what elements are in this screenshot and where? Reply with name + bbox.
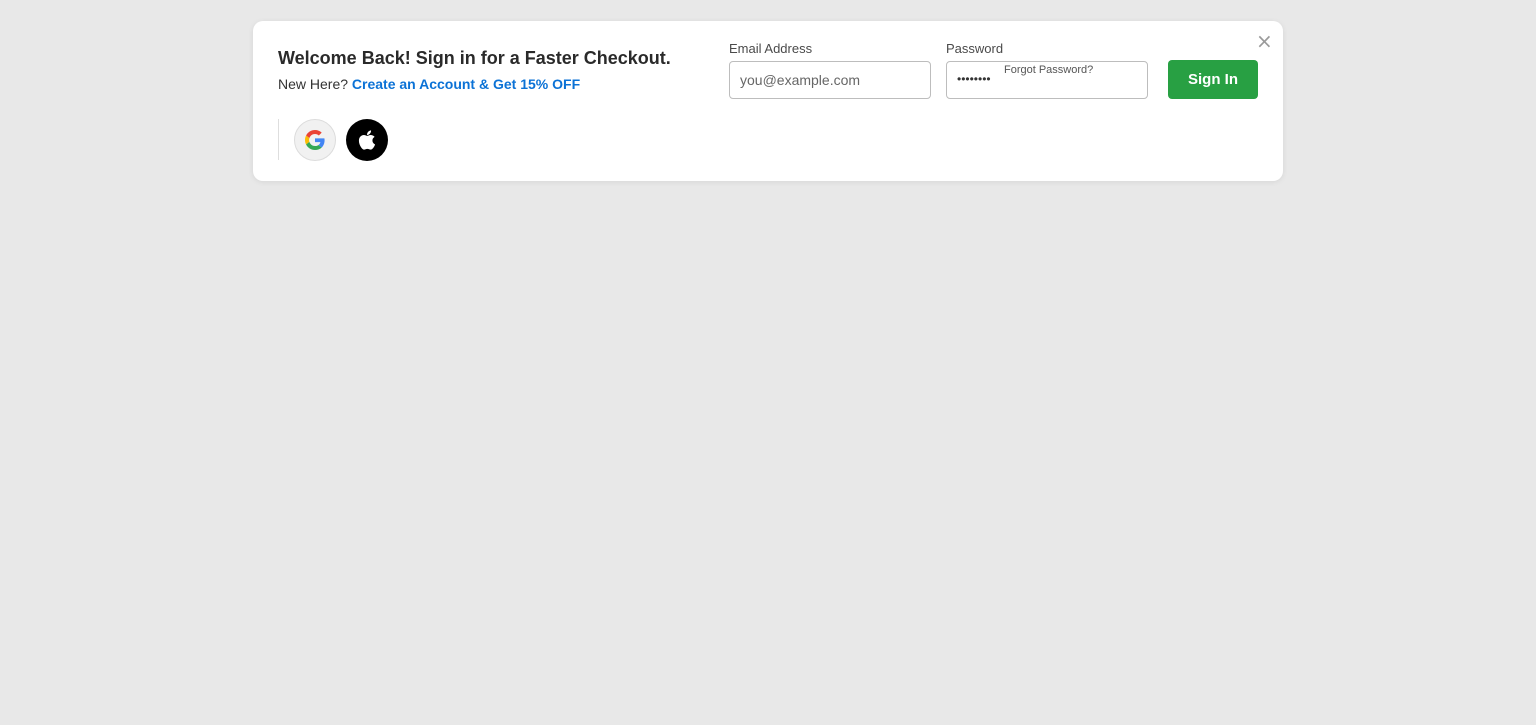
google-icon (305, 130, 325, 150)
sign-in-button[interactable]: Sign In (1168, 60, 1258, 99)
signin-modal: × Welcome Back! Sign in for a Faster Che… (253, 21, 1283, 181)
email-input[interactable] (729, 61, 931, 99)
modal-headline: Welcome Back! Sign in for a Faster Check… (278, 48, 671, 68)
password-value: •••••••• (957, 72, 991, 86)
close-icon[interactable]: × (1256, 30, 1273, 52)
password-label: Password (946, 41, 1004, 56)
forgot-password-link[interactable]: Forgot Password? (1004, 64, 1093, 76)
new-here-line: New Here? Create an Account & Get 15% OF… (278, 76, 580, 92)
email-label: Email Address (729, 41, 813, 56)
apple-icon (358, 130, 376, 150)
google-signin-button[interactable] (294, 119, 336, 161)
new-here-text: New Here? (278, 76, 349, 92)
divider (278, 119, 279, 160)
create-account-link[interactable]: Create an Account & Get 15% OFF (352, 76, 580, 92)
password-input[interactable]: •••••••• Forgot Password? (946, 61, 1148, 99)
apple-signin-button[interactable] (346, 119, 388, 161)
